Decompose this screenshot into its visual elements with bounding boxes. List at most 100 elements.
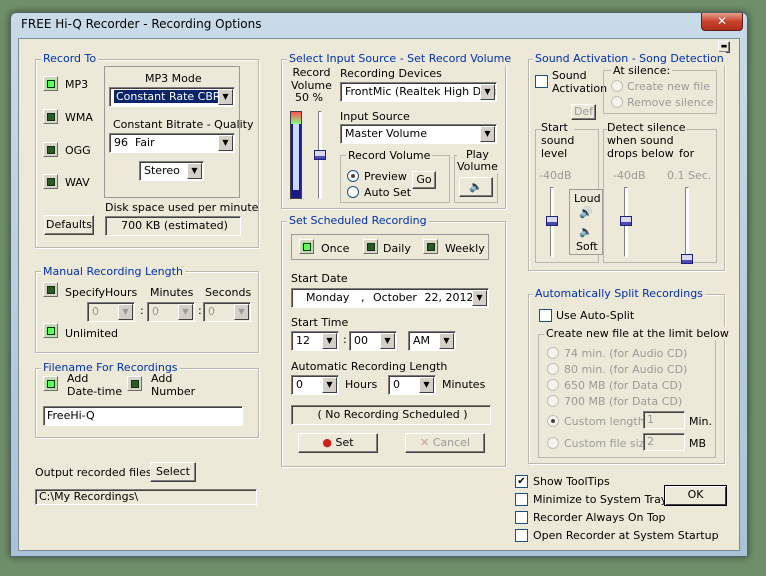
- input-source-legend: Select Input Source - Set Record Volume: [287, 52, 514, 65]
- disk-space-label: Disk space used per minute: [105, 201, 259, 214]
- ampm-select[interactable]: AM ▼: [408, 331, 456, 351]
- auto-set-radio[interactable]: [347, 186, 359, 198]
- add-number-button[interactable]: [127, 376, 142, 391]
- manual-hours-select[interactable]: 0 ▼: [87, 302, 135, 322]
- chevron-down-icon: ▼: [187, 163, 202, 179]
- startup-checkbox[interactable]: [515, 529, 528, 542]
- chevron-down-icon: ▼: [480, 126, 495, 142]
- date-day: Monday: [306, 291, 350, 304]
- split-700mb-radio[interactable]: [547, 395, 559, 407]
- chevron-down-icon: ▼: [234, 304, 249, 320]
- unlimited-button[interactable]: [43, 323, 58, 338]
- chevron-down-icon: ▼: [218, 135, 233, 151]
- start-date-picker[interactable]: Monday , October 22, 2012 ▼: [291, 288, 489, 308]
- go-button[interactable]: Go: [412, 171, 436, 189]
- sound-activation-checkbox[interactable]: [535, 75, 548, 88]
- daily-button[interactable]: [363, 239, 378, 254]
- record-volume-label: Record Volume: [291, 66, 332, 92]
- specify-button[interactable]: [43, 282, 58, 297]
- add-datetime-button[interactable]: [43, 376, 58, 391]
- manual-seconds-value: 0: [208, 305, 215, 318]
- colon-separator: :: [140, 304, 144, 317]
- mp3-mode-select[interactable]: Constant Rate CBR ▼: [109, 87, 235, 107]
- detect-secs-value: 0.1 Sec.: [667, 169, 712, 182]
- dialog-client: ▬ Record To MP3 WMA OGG WAV MP3 Mode Con…: [18, 38, 740, 551]
- led-icon: [46, 112, 55, 121]
- format-mp3-button[interactable]: [43, 76, 58, 91]
- led-icon: [46, 326, 55, 335]
- soft-speaker-icon: 🔈: [579, 225, 593, 238]
- seconds-label: Seconds: [205, 286, 252, 299]
- chevron-down-icon: ▼: [480, 84, 495, 100]
- mp3-mode-value: Constant Rate CBR: [114, 90, 223, 103]
- create-new-file-radio[interactable]: [611, 80, 623, 92]
- bitrate-label: Constant Bitrate - Quality: [113, 118, 254, 131]
- unlimited-label: Unlimited: [65, 327, 118, 340]
- format-wav-button[interactable]: [43, 174, 58, 189]
- start-level-slider[interactable]: [546, 216, 558, 226]
- record-volume-slider[interactable]: [314, 150, 326, 160]
- custom-size-radio[interactable]: [547, 437, 559, 449]
- manual-seconds-select[interactable]: 0 ▼: [203, 302, 251, 322]
- format-wma-button[interactable]: [43, 109, 58, 124]
- play-volume-button[interactable]: 🔈: [459, 177, 493, 197]
- led-icon: [366, 242, 375, 251]
- led-icon: [46, 145, 55, 154]
- at-silence-label: At silence:: [611, 64, 673, 77]
- start-minute-select[interactable]: 00 ▼: [349, 331, 397, 351]
- chevron-down-icon: ▼: [322, 333, 337, 349]
- weekly-button[interactable]: [423, 239, 438, 254]
- custom-size-input[interactable]: 2: [643, 433, 685, 451]
- detect-level-slider[interactable]: [620, 216, 632, 226]
- chevron-down-icon: ▼: [380, 333, 395, 349]
- auto-split-legend: Automatically Split Recordings: [533, 287, 705, 300]
- start-level-label: Start sound level: [541, 121, 575, 160]
- recording-device-select[interactable]: FrontMic (Realtek High Defir ▼: [340, 82, 497, 102]
- close-button[interactable]: ✕: [701, 13, 743, 31]
- cancel-schedule-button[interactable]: ✕ Cancel: [405, 433, 485, 453]
- led-icon: [302, 242, 311, 251]
- once-button[interactable]: [299, 239, 314, 254]
- chevron-down-icon: ▼: [439, 333, 454, 349]
- split-80min-label: 80 min. (for Audio CD): [564, 363, 688, 376]
- remove-silence-radio[interactable]: [611, 96, 623, 108]
- preview-radio[interactable]: [347, 170, 359, 182]
- input-source-select[interactable]: Master Volume ▼: [340, 124, 497, 144]
- split-74min-radio[interactable]: [547, 347, 559, 359]
- custom-length-radio[interactable]: [547, 415, 559, 427]
- defaults-button[interactable]: Defaults: [44, 215, 94, 235]
- title-bar[interactable]: FREE Hi-Q Recorder - Recording Options ✕: [11, 13, 747, 37]
- manual-minutes-select[interactable]: 0 ▼: [147, 302, 195, 322]
- format-ogg-button[interactable]: [43, 142, 58, 157]
- split-650mb-radio[interactable]: [547, 379, 559, 391]
- ok-button[interactable]: OK: [664, 485, 727, 506]
- chevron-down-icon: ▼: [419, 377, 434, 393]
- main-window: FREE Hi-Q Recorder - Recording Options ✕…: [10, 12, 748, 557]
- split-80min-radio[interactable]: [547, 363, 559, 375]
- show-tooltips-checkbox[interactable]: ✔: [515, 475, 528, 488]
- always-on-top-checkbox[interactable]: [515, 511, 528, 524]
- bitrate-select[interactable]: 96 Fair ▼: [109, 133, 235, 153]
- custom-length-input[interactable]: 1: [643, 411, 685, 429]
- select-folder-button[interactable]: Select: [150, 462, 196, 482]
- length-minutes-value: 0: [393, 378, 400, 391]
- detect-secs-slider[interactable]: [681, 254, 693, 264]
- filename-input[interactable]: FreeHi-Q: [43, 406, 243, 426]
- soft-label: Soft: [576, 240, 598, 253]
- led-icon: [46, 285, 55, 294]
- start-hour-select[interactable]: 12 ▼: [291, 331, 339, 351]
- set-schedule-button[interactable]: ● Set: [298, 433, 378, 453]
- use-auto-split-checkbox[interactable]: [539, 309, 552, 322]
- channels-select[interactable]: Stereo ▼: [139, 161, 204, 181]
- length-minutes-select[interactable]: 0 ▼: [388, 375, 436, 395]
- split-limit-label: Create new file at the limit below: [544, 327, 731, 340]
- length-hours-select[interactable]: 0 ▼: [291, 375, 339, 395]
- format-mp3-label: MP3: [65, 78, 89, 91]
- mp3-mode-label: MP3 Mode: [145, 72, 202, 85]
- led-icon: [46, 177, 55, 186]
- minimize-tray-checkbox[interactable]: [515, 493, 528, 506]
- def-button[interactable]: Def: [571, 104, 596, 120]
- custom-size-label: Custom file size: [564, 437, 652, 450]
- led-icon: [130, 379, 139, 388]
- detect-level-value: -40dB: [613, 169, 646, 182]
